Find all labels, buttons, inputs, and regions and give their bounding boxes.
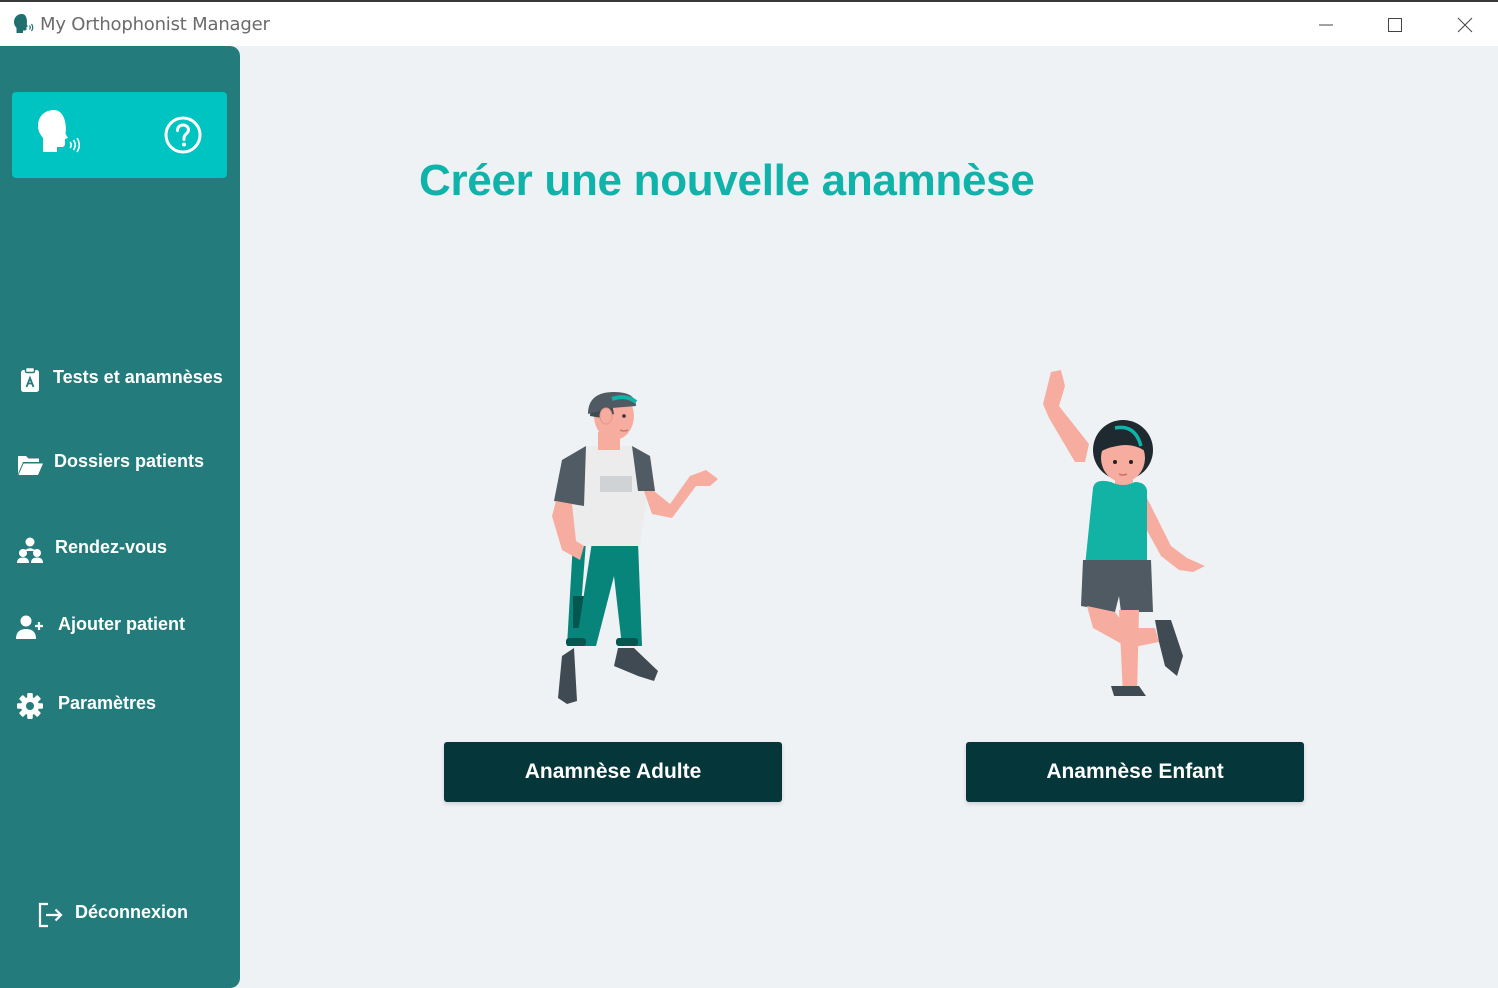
main-content: Tests et anamnèses Dossiers patients Ren… [0, 46, 1498, 988]
maximize-button[interactable] [1372, 4, 1418, 46]
sidebar-item-label: Ajouter patient [58, 614, 186, 634]
speaking-head-icon [38, 110, 81, 153]
gear-icon [17, 693, 43, 719]
user-plus-icon [16, 615, 43, 639]
sidebar-item-label: Rendez-vous [55, 537, 168, 557]
sidebar: Tests et anamnèses Dossiers patients Ren… [0, 46, 240, 988]
sidebar-item-label: Tests et anamnèses [53, 367, 223, 387]
minimize-button[interactable] [1303, 4, 1349, 46]
sidebar-item-ajouter-patient[interactable]: Ajouter patient [0, 604, 240, 648]
maximize-icon [1388, 18, 1402, 32]
child-illustration [1043, 370, 1205, 696]
page-title: Créer une nouvelle anamnèse [419, 156, 1035, 205]
anamnese-enfant-label: Anamnèse Enfant [1046, 760, 1224, 783]
help-icon[interactable] [163, 115, 203, 155]
close-button[interactable] [1442, 4, 1488, 46]
anamnese-adulte-label: Anamnèse Adulte [524, 760, 702, 783]
anamnese-enfant-button[interactable]: Anamnèse Enfant [966, 742, 1304, 802]
folder-open-icon [18, 456, 43, 475]
title-bar: My Orthophonist Manager [0, 2, 1498, 46]
logout-label: Déconnexion [75, 902, 189, 922]
sidebar-item-tests[interactable]: Tests et anamnèses [0, 357, 240, 401]
adult-illustration [552, 392, 718, 704]
close-icon [1457, 17, 1473, 33]
logo-card [12, 92, 227, 178]
sidebar-item-parametres[interactable]: Paramètres [0, 683, 240, 727]
sidebar-item-dossiers[interactable]: Dossiers patients [0, 441, 240, 485]
sidebar-item-label: Paramètres [58, 693, 157, 713]
anamnese-adulte-button[interactable]: Anamnèse Adulte [444, 742, 782, 802]
clipboard-icon [21, 366, 39, 392]
users-icon [17, 537, 43, 563]
minimize-icon [1319, 24, 1333, 26]
sidebar-item-rendez-vous[interactable]: Rendez-vous [0, 527, 240, 571]
app-logo-icon [14, 14, 34, 33]
logout-icon [38, 902, 63, 928]
sidebar-item-label: Dossiers patients [54, 451, 205, 471]
window-title: My Orthophonist Manager [40, 14, 270, 35]
logout-button[interactable]: Déconnexion [0, 892, 240, 936]
